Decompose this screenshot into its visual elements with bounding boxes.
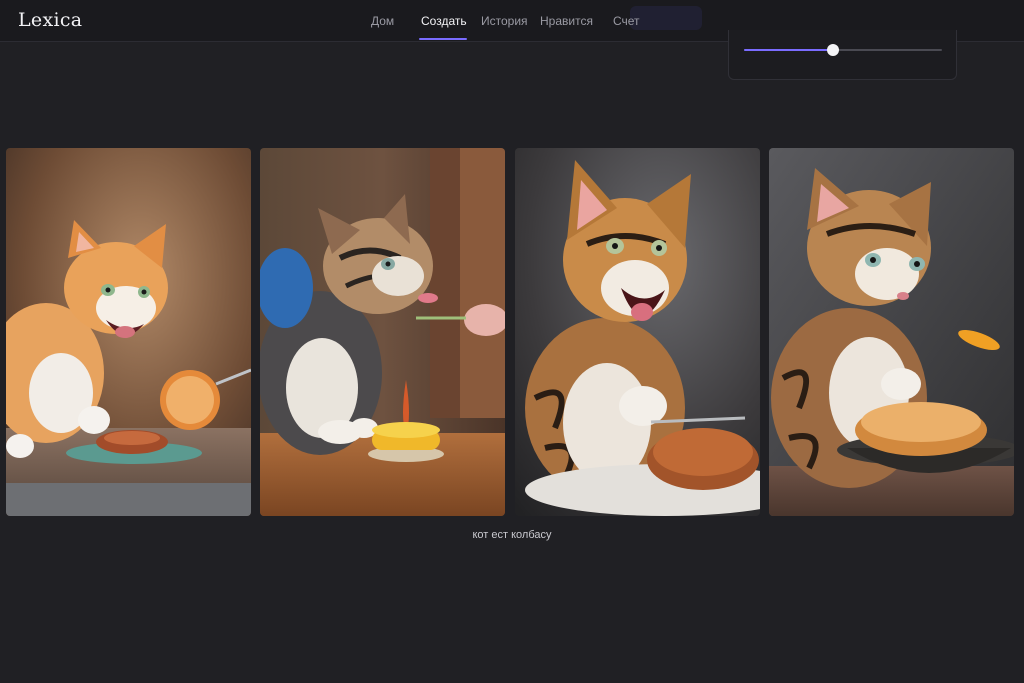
generated-image-1[interactable] [6, 148, 251, 516]
nav-item-home[interactable]: Дом [371, 14, 394, 28]
generated-image-2[interactable] [260, 148, 505, 516]
prompt-caption: кот ест колбасу [472, 529, 552, 541]
nav-item-history[interactable]: История [481, 14, 528, 28]
generated-image-4[interactable] [769, 148, 1014, 516]
active-tab-indicator [419, 38, 467, 40]
app-logo[interactable]: Lexica [18, 9, 82, 31]
generated-image-3[interactable] [515, 148, 760, 516]
cat-eating-image [769, 148, 1014, 516]
nav-item-account[interactable]: Счет [613, 14, 640, 28]
cat-eating-image [6, 148, 251, 516]
cat-eating-image [515, 148, 760, 516]
cat-eating-image [260, 148, 505, 516]
slider-fill [744, 49, 833, 51]
settings-slider[interactable] [744, 42, 942, 58]
image-gallery [0, 148, 1024, 516]
user-button-placeholder[interactable] [630, 6, 702, 30]
nav-item-likes[interactable]: Нравится [540, 14, 593, 28]
slider-thumb[interactable] [827, 44, 839, 56]
nav-item-create[interactable]: Создать [421, 14, 467, 28]
